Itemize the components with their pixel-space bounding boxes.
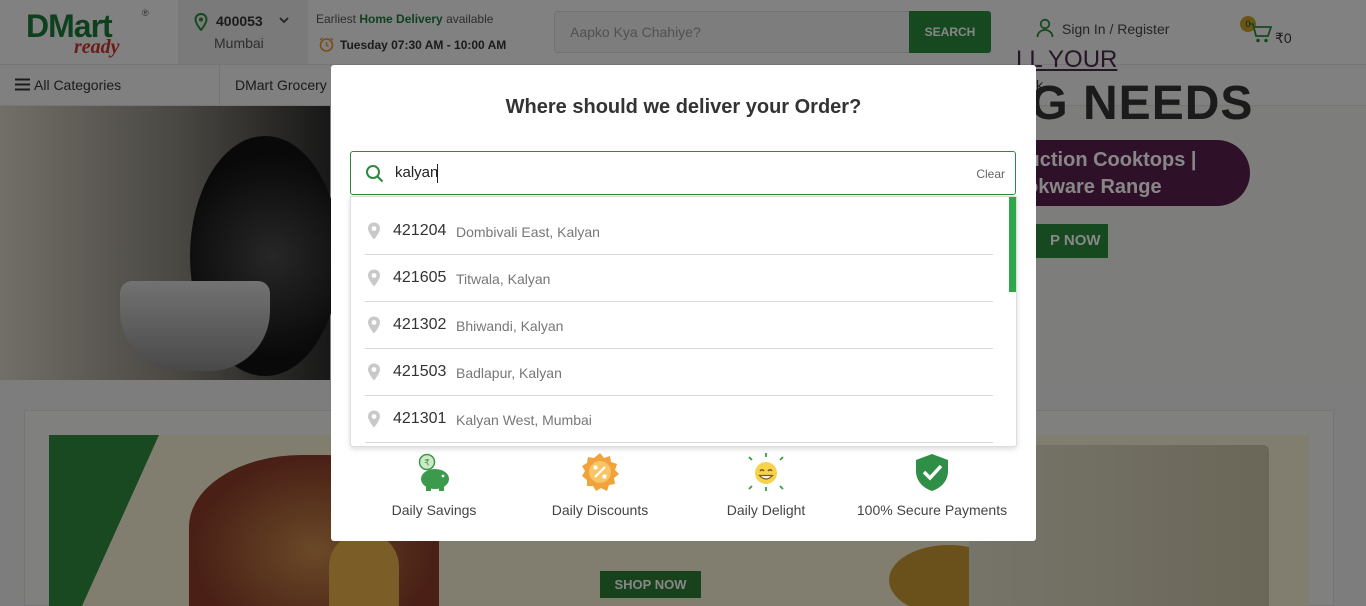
dropdown-scrollbar[interactable] (1009, 197, 1016, 292)
suggestion-area: Bhiwandi, Kalyan (456, 318, 564, 334)
delivery-location-modal: Where should we deliver your Order? Clea… (331, 65, 1036, 541)
secure-shield-icon (916, 454, 948, 491)
search-icon (366, 165, 384, 183)
suggestion-pincode: 421503 (393, 363, 447, 380)
suggestion-item[interactable]: 421301 Kalyan West, Mumbai (365, 396, 993, 443)
location-search-input[interactable] (395, 164, 955, 181)
suggestion-pincode: 421301 (393, 410, 447, 427)
feature-label: Daily Delight (726, 502, 806, 518)
feature-strip: ₹ Daily Savings Daily Discounts Daily De… (331, 450, 1036, 540)
suggestions-dropdown: 421204 Dombivali East, Kalyan 421605 Tit… (350, 196, 1017, 447)
suggestion-pincode: 421302 (393, 316, 447, 333)
suggestion-area: Kalyan West, Mumbai (456, 412, 592, 428)
smiley-icon (748, 453, 784, 491)
suggestion-area: Badlapur, Kalyan (456, 365, 562, 381)
location-pin-icon (368, 316, 380, 334)
feature-label: Daily Discounts (551, 502, 649, 518)
feature-label: 100% Secure Payments (856, 502, 1008, 518)
suggestion-item[interactable]: 421503 Badlapur, Kalyan (365, 349, 993, 396)
modal-title: Where should we deliver your Order? (505, 96, 862, 118)
clear-button[interactable]: Clear (976, 167, 1005, 181)
location-search-field[interactable]: Clear (350, 151, 1016, 195)
location-pin-icon (368, 269, 380, 287)
suggestion-pincode: 421204 (393, 222, 447, 239)
suggestion-item[interactable]: 421204 Dombivali East, Kalyan (365, 208, 993, 255)
piggy-bank-icon: ₹ (418, 453, 449, 491)
location-pin-icon (368, 410, 380, 428)
svg-text:₹: ₹ (424, 459, 430, 469)
suggestion-area: Titwala, Kalyan (456, 271, 551, 287)
discount-badge-icon (582, 453, 619, 491)
text-caret (437, 164, 438, 183)
suggestion-item[interactable]: 421605 Titwala, Kalyan (365, 255, 993, 302)
location-pin-icon (368, 363, 380, 381)
feature-label: Daily Savings (391, 502, 477, 518)
suggestion-item[interactable]: 421302 Bhiwandi, Kalyan (365, 302, 993, 349)
suggestion-area: Dombivali East, Kalyan (456, 224, 600, 240)
suggestion-pincode: 421605 (393, 269, 447, 286)
location-pin-icon (368, 222, 380, 240)
